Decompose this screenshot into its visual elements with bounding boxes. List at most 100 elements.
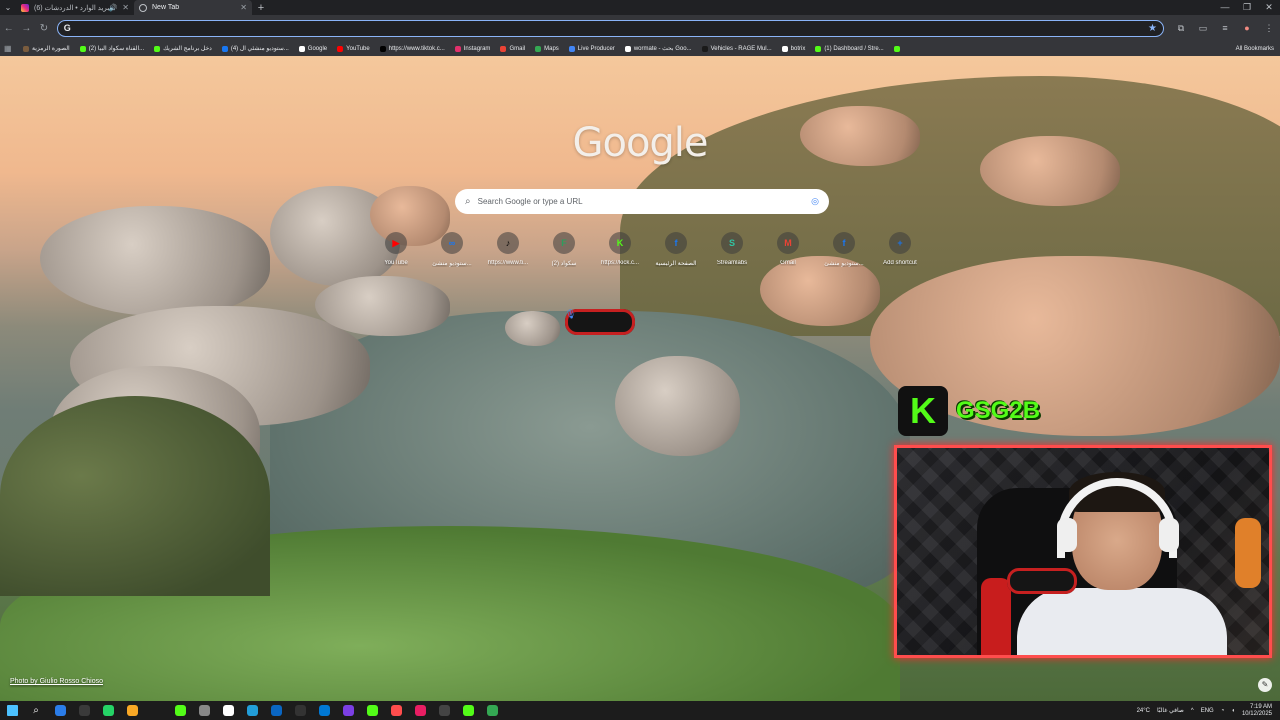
shortcut-tile[interactable]: ▶ YouTube: [368, 232, 424, 267]
shortcut-tile[interactable]: Khttps://kick.c...: [592, 232, 648, 267]
reading-list-icon[interactable]: ≡: [1214, 23, 1236, 34]
bookmark-favicon-icon: [893, 45, 900, 52]
shortcut-tile[interactable]: S Streamlabs: [704, 232, 760, 267]
bookmark-item[interactable]: Instagram: [450, 45, 496, 52]
taskbar-app-icon[interactable]: [168, 701, 192, 720]
tab-new-tab[interactable]: New Tab ✕: [134, 0, 252, 15]
taskbar-app-icon[interactable]: [96, 701, 120, 720]
close-tab-icon[interactable]: ✕: [240, 3, 247, 12]
bookmark-label: دخل برنامج الشريك: [163, 46, 212, 52]
apps-grid-icon[interactable]: ▦: [4, 44, 18, 53]
shortcut-glyph: ♪: [505, 238, 511, 248]
shortcut-tile[interactable]: M Gmail: [760, 232, 816, 267]
bookmark-item[interactable]: [889, 45, 908, 52]
shortcut-label: ستوديو منشئ...: [432, 261, 472, 267]
search-icon[interactable]: ⌕: [24, 701, 48, 720]
bookmark-item[interactable]: YouTube: [332, 45, 375, 52]
taskbar-app-icon[interactable]: [360, 701, 384, 720]
new-tab-page: Google ⌕ Search Google or type a URL 🎙 ◎…: [0, 56, 1280, 701]
shortcut-tile[interactable]: ∞ ستوديو منشئ...: [424, 232, 480, 267]
taskbar-app-icon[interactable]: [432, 701, 456, 720]
new-tab-button[interactable]: +: [252, 2, 270, 14]
bookmark-item[interactable]: wormate - بحث Goo...: [620, 45, 697, 52]
taskbar-app-icon[interactable]: [192, 701, 216, 720]
back-icon[interactable]: ←: [0, 23, 18, 34]
taskbar-app-icon[interactable]: [144, 701, 168, 720]
shortcut-icon: f: [833, 232, 855, 254]
shortcut-tile[interactable]: ♪ https://www.ti...: [480, 232, 536, 267]
bookmark-favicon-icon: [454, 45, 461, 52]
extensions-icon[interactable]: ⧉: [1170, 23, 1192, 34]
bookmark-item[interactable]: Vehicles - RAGE Mul...: [697, 45, 777, 52]
shortcut-tiles: ▶ YouTube ∞ ستوديو منشئ... ♪ https://www.ti..…: [368, 232, 928, 267]
tab-inbox[interactable]: البريد الوارد • الدردشات (6) 🔊 ✕: [16, 0, 134, 15]
taskbar-app-icon[interactable]: [288, 701, 312, 720]
forward-icon[interactable]: →: [18, 23, 36, 34]
taskbar-app-icon[interactable]: [456, 701, 480, 720]
clock[interactable]: 7:19 AM 10/12/2025: [1242, 704, 1272, 718]
background-rock: [40, 206, 270, 316]
bookmark-item[interactable]: (1) Dashboard / Stre...: [810, 45, 888, 52]
wifi-icon[interactable]: ◔: [1221, 708, 1225, 714]
taskbar-app-icon[interactable]: [48, 701, 72, 720]
taskbar-app-icon[interactable]: [120, 701, 144, 720]
windows-start-icon[interactable]: [0, 701, 24, 720]
photo-credit-link[interactable]: Photo by Giulio Rosso Chioso: [10, 678, 103, 685]
bookmark-label: wormate - بحث Goo...: [633, 46, 692, 52]
shortcut-tile[interactable]: f ستوديو منشئ...: [816, 232, 872, 267]
taskbar-app-icon[interactable]: [312, 701, 336, 720]
shortcut-tile[interactable]: F (2) سكواد: [536, 232, 592, 267]
taskbar-app-icon[interactable]: [384, 701, 408, 720]
address-bar[interactable]: G ★: [56, 19, 1165, 37]
bookmark-item[interactable]: دخل برنامج الشريك: [149, 45, 217, 52]
bookmark-item[interactable]: Google: [294, 45, 332, 52]
voice-search-icon[interactable]: 🎙: [565, 309, 635, 335]
bookmark-label: Google: [307, 45, 328, 52]
system-tray: 24°C صافي غالبًا ^ ENG ◔ ◖ 7:19 AM 10/12…: [1130, 704, 1280, 718]
taskbar-app-icon[interactable]: [72, 701, 96, 720]
shortcut-tile[interactable]: f الصفحة الرئيسية: [648, 232, 704, 267]
bookmark-item[interactable]: Gmail: [495, 45, 530, 52]
side-panel-icon[interactable]: ▭: [1192, 23, 1214, 34]
menu-icon[interactable]: ⋮: [1258, 23, 1280, 34]
weather-description: صافي غالبًا: [1156, 708, 1184, 714]
tab-search-chevron-icon[interactable]: ⌄: [0, 0, 16, 15]
minimize-icon[interactable]: —: [1214, 2, 1236, 13]
bookmark-item[interactable]: (2) القناة سكواد البيا...: [75, 45, 149, 52]
tray-chevron-icon[interactable]: ^: [1191, 708, 1194, 714]
bookmark-item[interactable]: botrix: [777, 45, 811, 52]
taskbar-app-icon[interactable]: [408, 701, 432, 720]
weather-temp[interactable]: 24°C: [1137, 708, 1150, 714]
person-shirt: [1017, 588, 1227, 655]
headset-earcup: [1057, 518, 1077, 552]
volume-icon[interactable]: ◖: [1231, 708, 1235, 714]
shortcut-glyph: f: [674, 238, 678, 248]
all-bookmarks-button[interactable]: All Bookmarks: [1236, 46, 1280, 52]
reload-icon[interactable]: ↻: [35, 23, 53, 34]
bookmark-item[interactable]: (4) ستوديو منشئي ال...: [217, 45, 294, 52]
taskbar-app-icon[interactable]: [216, 701, 240, 720]
speaker-icon[interactable]: 🔊: [109, 4, 118, 12]
taskbar-app-icon[interactable]: [336, 701, 360, 720]
shortcut-tile[interactable]: + Add shortcut: [872, 232, 928, 267]
language-indicator[interactable]: ENG: [1201, 708, 1214, 714]
taskbar-app-icon[interactable]: [480, 701, 504, 720]
bookmark-item[interactable]: الصورة الرمزية: [18, 45, 75, 52]
profile-icon[interactable]: ●: [1236, 23, 1258, 34]
taskbar-app-icon[interactable]: [240, 701, 264, 720]
restore-icon[interactable]: ❐: [1236, 2, 1258, 13]
address-input[interactable]: [76, 22, 1149, 34]
google-lens-icon[interactable]: ◎: [811, 196, 819, 207]
bookmark-item[interactable]: https://www.tiktok.c...: [375, 45, 450, 52]
customize-pencil-icon[interactable]: ✎: [1258, 678, 1272, 692]
bookmark-item[interactable]: Live Producer: [564, 45, 620, 52]
taskbar-app-icon[interactable]: [264, 701, 288, 720]
ntp-search-box[interactable]: ⌕ Search Google or type a URL 🎙 ◎: [455, 189, 829, 335]
close-window-icon[interactable]: ✕: [1258, 2, 1280, 13]
bookmark-item[interactable]: Maps: [530, 45, 564, 52]
bookmark-star-icon[interactable]: ★: [1148, 23, 1157, 34]
bookmark-label: YouTube: [346, 45, 370, 52]
close-tab-icon[interactable]: ✕: [122, 3, 129, 12]
shortcut-label: (2) سكواد: [551, 261, 577, 267]
channel-name: GSG2B: [956, 397, 1041, 424]
